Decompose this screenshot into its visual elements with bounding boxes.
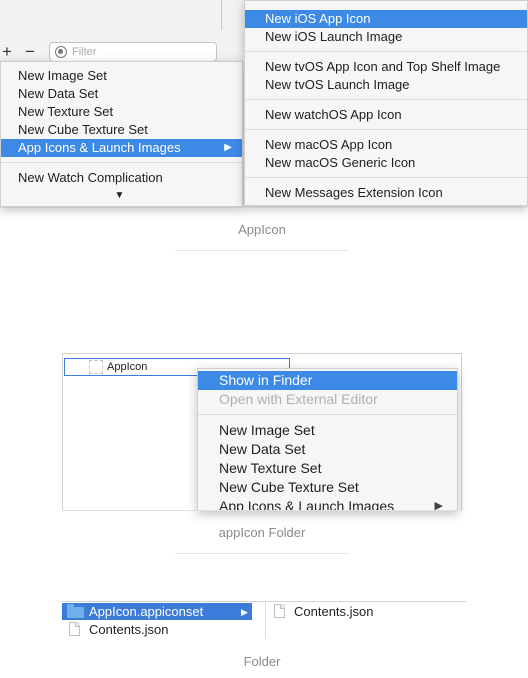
caption-divider: [175, 250, 349, 251]
remove-button[interactable]: −: [25, 43, 35, 61]
menu-item-new-cube-texture-set[interactable]: New Cube Texture Set: [1, 121, 242, 139]
menu-item-new-image-set[interactable]: New Image Set: [1, 67, 242, 85]
menu-item-new-macos-app-icon[interactable]: New macOS App Icon: [245, 136, 527, 154]
filter-icon: [55, 46, 67, 58]
finder-row-contents-json[interactable]: Contents.json: [62, 621, 252, 638]
filter-field[interactable]: Filter: [49, 42, 217, 62]
caption-appicon: AppIcon: [238, 222, 286, 237]
caption-divider: [175, 553, 349, 554]
menu-item-app-icons-launch-images[interactable]: App Icons & Launch Images ▶: [1, 139, 242, 157]
submenu-arrow-icon: ▶: [434, 500, 443, 511]
menu-item-new-data-set[interactable]: New Data Set: [1, 85, 242, 103]
menu-item-new-macos-generic-icon[interactable]: New macOS Generic Icon: [245, 154, 527, 172]
finder-row-appiconset[interactable]: AppIcon.appiconset ▶: [62, 603, 252, 620]
menu-item-new-ios-launch-image[interactable]: New iOS Launch Image: [245, 28, 527, 46]
menu-separator: [245, 177, 527, 178]
json-file-icon: [274, 604, 285, 618]
menu-item-label: App Icons & Launch Images: [18, 140, 181, 155]
menu-separator: [198, 414, 457, 415]
caption-appicon-folder: appIcon Folder: [218, 525, 306, 540]
menu-item-new-messages-extension-icon[interactable]: New Messages Extension Icon: [245, 184, 527, 202]
screenshot-edge: [62, 510, 462, 511]
menu-item-new-cube-texture-set[interactable]: New Cube Texture Set: [198, 478, 457, 497]
context-menu: Show in Finder Open with External Editor…: [197, 368, 458, 511]
menu-item-new-texture-set[interactable]: New Texture Set: [1, 103, 242, 121]
menu-item-new-watchos-app-icon[interactable]: New watchOS App Icon: [245, 106, 527, 124]
menu-item-open-external-editor: Open with External Editor: [219, 391, 378, 407]
disclosure-arrow-icon: ▶: [241, 607, 248, 617]
menu-item-new-tvos-app-icon[interactable]: New tvOS App Icon and Top Shelf Image: [245, 58, 527, 76]
add-button[interactable]: +: [2, 43, 12, 61]
file-name: Contents.json: [294, 604, 374, 619]
scroll-down-arrow-icon[interactable]: ▼: [1, 187, 242, 205]
menu-item-new-image-set[interactable]: New Image Set: [198, 421, 457, 440]
filter-placeholder: Filter: [72, 46, 97, 58]
menu-separator: [245, 129, 527, 130]
finder-column-2-row-contents-json[interactable]: Contents.json: [270, 603, 460, 620]
json-file-icon: [69, 622, 80, 636]
menu-separator: [245, 51, 527, 52]
menu-separator: [245, 99, 527, 100]
appicon-thumbnail: [89, 360, 103, 374]
app-icons-submenu: New iOS App Icon New iOS Launch Image Ne…: [244, 0, 528, 206]
file-name: Contents.json: [89, 622, 169, 637]
menu-item-show-in-finder[interactable]: Show in Finder: [198, 371, 457, 390]
caption-folder: Folder: [243, 654, 281, 669]
submenu-arrow-icon: ▶: [224, 142, 232, 153]
menu-item-new-texture-set[interactable]: New Texture Set: [198, 459, 457, 478]
add-asset-menu: New Image Set New Data Set New Texture S…: [0, 61, 243, 207]
folder-name: AppIcon.appiconset: [89, 604, 204, 619]
menu-item-new-ios-app-icon[interactable]: New iOS App Icon: [245, 10, 527, 28]
asset-item-label: AppIcon: [107, 361, 148, 373]
menu-item-app-icons-launch-images[interactable]: App Icons & Launch Images ▶: [198, 497, 457, 511]
menu-item-new-tvos-launch-image[interactable]: New tvOS Launch Image: [245, 76, 527, 94]
folder-icon: [67, 604, 84, 618]
menu-item-new-data-set[interactable]: New Data Set: [198, 440, 457, 459]
menu-separator: [1, 162, 242, 163]
menu-item-new-watch-complication[interactable]: New Watch Complication: [1, 169, 242, 187]
panel-divider: [221, 0, 222, 30]
